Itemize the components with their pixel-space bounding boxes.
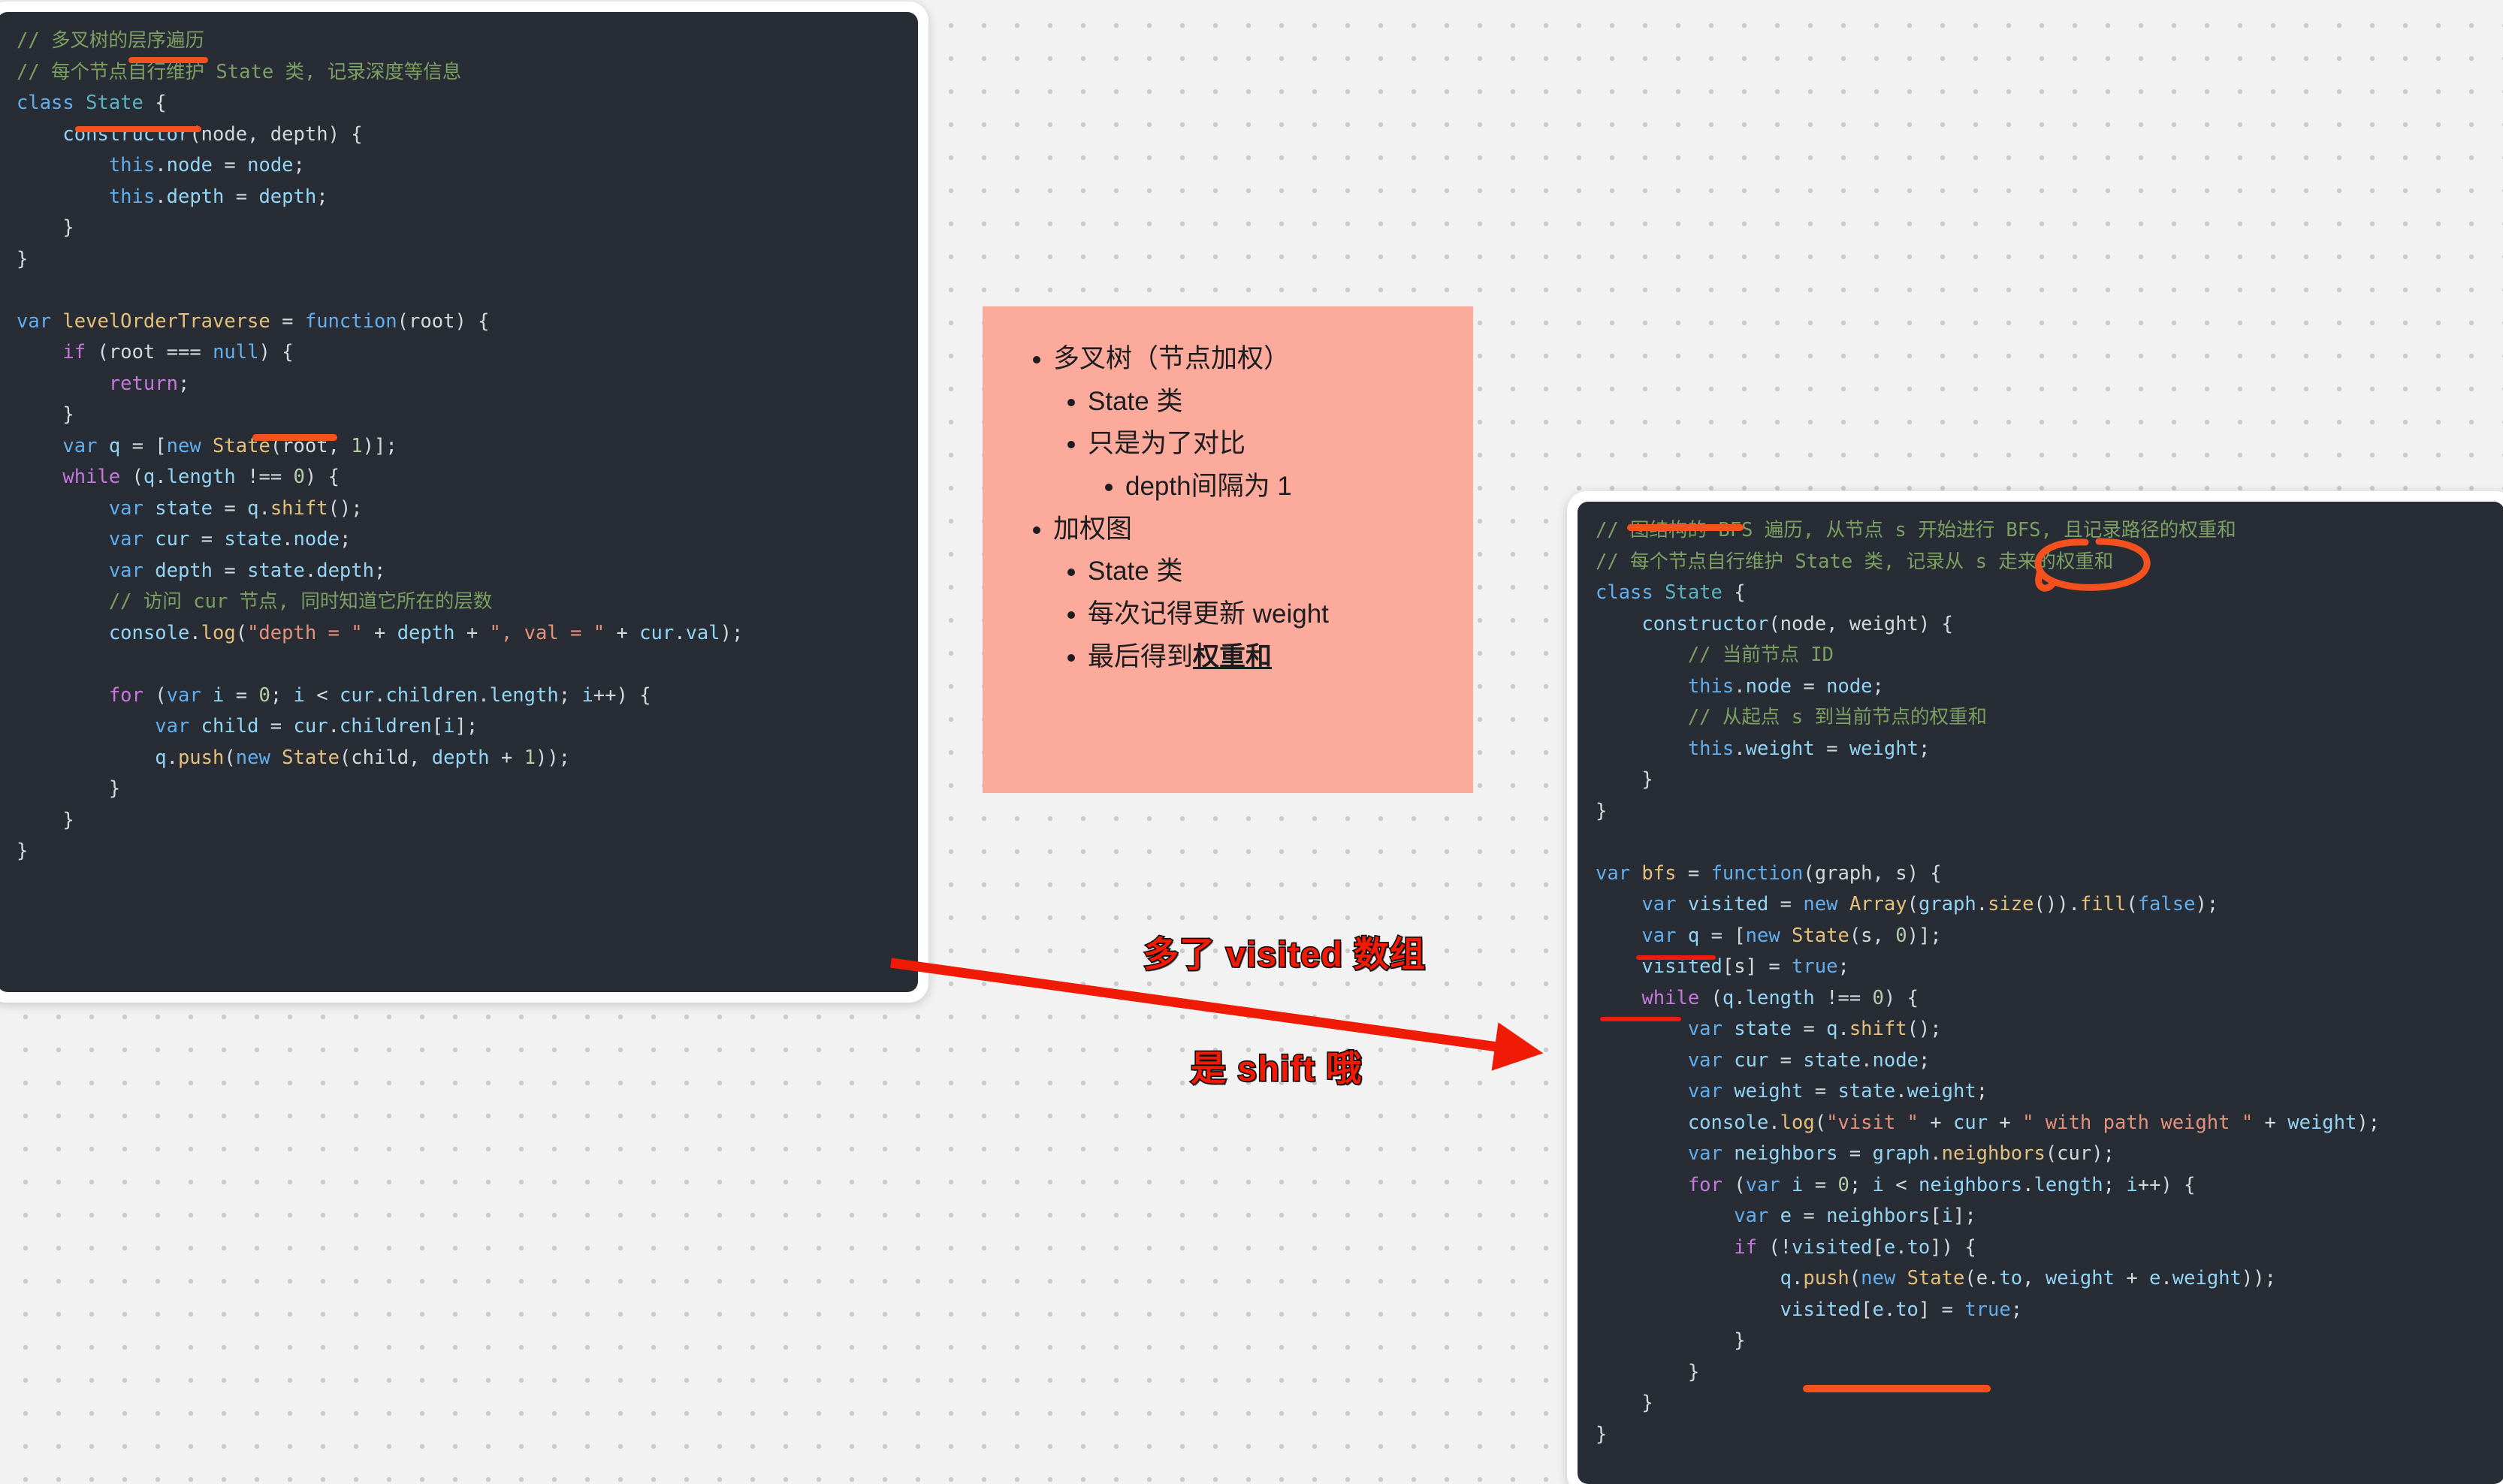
code-line: } bbox=[1641, 1392, 1653, 1414]
note-list-level-1: 多叉树（节点加权） State 类 只是为了对比 depth间隔为 1 加权图 bbox=[1022, 338, 1451, 679]
list-item: 每次记得更新 weight bbox=[1088, 593, 1451, 636]
annotation-is-shift: 是 shift 哦 bbox=[1189, 1047, 1363, 1089]
code-line: } bbox=[1687, 1360, 1700, 1383]
code-line: var child = cur.children[i]; bbox=[155, 715, 479, 737]
code-line: q.push(new State(e.to, weight + e.weight… bbox=[1780, 1267, 2276, 1289]
note-list-level-2: State 类 只是为了对比 depth间隔为 1 bbox=[1053, 381, 1451, 508]
code-line: // 每个节点自行维护 State 类, 记录从 s 走来的权重和 bbox=[1596, 550, 2114, 573]
note-text: 最后得到 bbox=[1088, 641, 1194, 671]
code-line: } bbox=[17, 840, 29, 862]
code-line: return; bbox=[108, 372, 190, 395]
code-line: } bbox=[1641, 768, 1653, 791]
code-line: class State { bbox=[1596, 581, 1746, 604]
list-item: depth间隔为 1 bbox=[1125, 466, 1451, 508]
code-line: var cur = state.node; bbox=[1687, 1048, 1931, 1072]
code-line: // 访问 cur 节点, 同时知道它所在的层数 bbox=[108, 590, 493, 613]
code-line: while (q.length !== 0) { bbox=[62, 466, 340, 488]
code-line: this.node = node; bbox=[1687, 674, 1884, 698]
right-code-card[interactable]: // 图结构的 BFS 遍历, 从节点 s 开始进行 BFS, 且记录路径的权重… bbox=[1567, 491, 2503, 1484]
code-line: q.push(new State(child, depth + 1)); bbox=[155, 746, 571, 769]
note-text: State 类 bbox=[1088, 386, 1183, 416]
note-text: 每次记得更新 weight bbox=[1088, 599, 1329, 629]
code-line: visited[s] = true; bbox=[1641, 955, 1849, 978]
code-line: this.depth = depth; bbox=[108, 185, 328, 208]
code-line: } bbox=[62, 403, 74, 426]
note-list-level-2: State 类 每次记得更新 weight 最后得到权重和 bbox=[1053, 550, 1451, 678]
code-line: var cur = state.node; bbox=[108, 528, 352, 550]
code-line: var visited = new Array(graph.size()).fi… bbox=[1641, 893, 2219, 915]
code-line: } bbox=[62, 808, 74, 831]
code-line: } bbox=[108, 777, 121, 800]
code-line: console.log("visit " + cur + " with path… bbox=[1687, 1111, 2381, 1134]
code-line: this.weight = weight; bbox=[1687, 737, 1931, 760]
code-line: for (var i = 0; i < neighbors.length; i+… bbox=[1687, 1173, 2196, 1196]
code-line: var state = q.shift(); bbox=[108, 496, 363, 520]
code-line: var bfs = function(graph, s) { bbox=[1596, 861, 1942, 885]
right-code-editor[interactable]: // 图结构的 BFS 遍历, 从节点 s 开始进行 BFS, 且记录路径的权重… bbox=[1578, 502, 2503, 1484]
code-line: visited[e.to] = true; bbox=[1780, 1298, 2023, 1321]
note-text: 加权图 bbox=[1053, 514, 1133, 544]
code-line: var levelOrderTraverse = function(root) … bbox=[17, 309, 490, 333]
note-text: 只是为了对比 bbox=[1088, 429, 1246, 459]
code-line: // 每个节点自行维护 State 类, 记录深度等信息 bbox=[17, 60, 462, 83]
code-line: // 图结构的 BFS 遍历, 从节点 s 开始进行 BFS, 且记录路径的权重… bbox=[1596, 519, 2236, 541]
code-line: while (q.length !== 0) { bbox=[1641, 986, 1919, 1009]
code-line: var q = [new State(root, 1)]; bbox=[62, 434, 397, 457]
code-line: } bbox=[1596, 1422, 1608, 1446]
code-line: // 当前节点 ID bbox=[1687, 644, 1834, 666]
code-line: constructor(node, weight) { bbox=[1641, 612, 1953, 635]
code-line: var neighbors = graph.neighbors(cur); bbox=[1687, 1142, 2115, 1165]
note-text: 多叉树（节点加权） bbox=[1053, 344, 1291, 373]
list-item: 多叉树（节点加权） State 类 只是为了对比 depth间隔为 1 bbox=[1053, 338, 1451, 508]
code-line: var weight = state.weight; bbox=[1687, 1080, 1988, 1102]
code-line: var q = [new State(s, 0)]; bbox=[1641, 924, 1942, 947]
code-line: } bbox=[62, 216, 74, 239]
list-item: State 类 bbox=[1088, 381, 1451, 424]
code-line: this.node = node; bbox=[108, 154, 305, 176]
code-line: if (root === null) { bbox=[62, 341, 294, 363]
note-text: depth间隔为 1 bbox=[1125, 472, 1292, 502]
code-line: for (var i = 0; i < cur.children.length;… bbox=[108, 683, 651, 707]
left-code-editor[interactable]: // 多叉树的层序遍历 // 每个节点自行维护 State 类, 记录深度等信息… bbox=[0, 12, 918, 992]
code-line: } bbox=[17, 247, 29, 270]
code-line: constructor(node, depth) { bbox=[62, 122, 363, 146]
note-text-emphasis: 权重和 bbox=[1193, 641, 1273, 671]
list-item: 加权图 State 类 每次记得更新 weight 最后得到权重和 bbox=[1053, 508, 1451, 679]
list-item: 最后得到权重和 bbox=[1088, 636, 1451, 679]
code-line: var depth = state.depth; bbox=[108, 559, 386, 582]
code-line: // 从起点 s 到当前节点的权重和 bbox=[1687, 706, 1987, 728]
annotation-visited-array: 多了 visited 数组 bbox=[1142, 933, 1427, 975]
code-line: } bbox=[1734, 1329, 1746, 1352]
code-line: if (!visited[e.to]) { bbox=[1734, 1235, 1976, 1259]
note-text: State 类 bbox=[1088, 556, 1183, 587]
code-line: var e = neighbors[i]; bbox=[1734, 1205, 1976, 1227]
code-line: var state = q.shift(); bbox=[1687, 1018, 1942, 1040]
code-line: console.log("depth = " + depth + ", val … bbox=[108, 621, 744, 644]
left-code-card[interactable]: // 多叉树的层序遍历 // 每个节点自行维护 State 类, 记录深度等信息… bbox=[0, 2, 928, 1003]
note-list-level-3: depth间隔为 1 bbox=[1088, 466, 1451, 508]
code-line: class State { bbox=[17, 92, 167, 114]
code-line: } bbox=[1596, 799, 1608, 822]
pink-note-box[interactable]: 多叉树（节点加权） State 类 只是为了对比 depth间隔为 1 加权图 bbox=[983, 306, 1473, 793]
code-line: // 多叉树的层序遍历 bbox=[17, 29, 205, 52]
list-item: State 类 bbox=[1088, 550, 1451, 593]
list-item: 只是为了对比 depth间隔为 1 bbox=[1088, 423, 1451, 508]
